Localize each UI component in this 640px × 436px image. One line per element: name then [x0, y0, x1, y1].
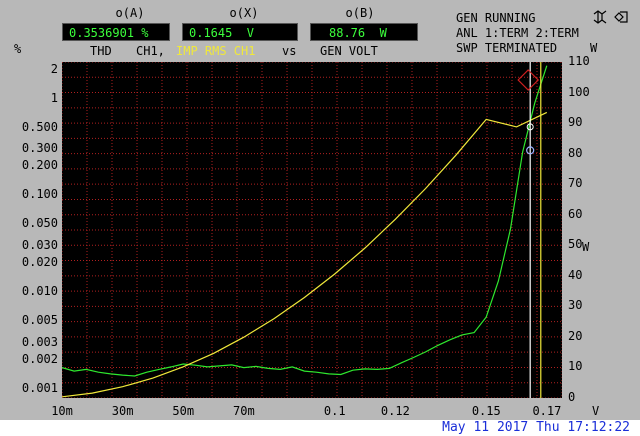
- settings-icon[interactable]: [614, 10, 628, 24]
- readout-x-value: 0.1645 V: [182, 23, 298, 41]
- readout-a-value: 0.3536901 %: [62, 23, 170, 41]
- analyzer-panel: o(A) o(X) o(B) 0.3536901 % 0.1645 V 88.7…: [0, 0, 640, 420]
- right-axis-unit-label: W: [582, 240, 590, 254]
- left-tick-label: 0.200: [21, 158, 58, 173]
- left-tick-label: 0.020: [21, 254, 58, 269]
- left-tick-label: 0.005: [21, 313, 58, 328]
- mute-icon-glyph: [593, 10, 607, 24]
- plot-area[interactable]: [62, 62, 562, 398]
- readout-b-label: o(B): [345, 6, 375, 20]
- left-tick-label: 0.100: [21, 187, 58, 202]
- legend-ch1: CH1,: [136, 44, 165, 58]
- left-tick-label: 0.003: [21, 334, 58, 349]
- x-tick-label: 0.15: [471, 404, 501, 418]
- readout-a-label: o(A): [115, 6, 145, 20]
- legend-gen: GEN VOLT: [320, 44, 378, 58]
- left-tick-label: 0.001: [21, 380, 58, 395]
- status-line-2: ANL 1:TERM 2:TERM: [456, 26, 579, 40]
- status-unit: W: [590, 41, 598, 55]
- x-tick-label: 30m: [111, 404, 134, 418]
- right-tick-label: 0: [568, 390, 576, 404]
- footer-timestamp: May 11 2017 Thu 17:12:22: [0, 420, 640, 436]
- status-line-1: GEN RUNNING: [456, 11, 536, 25]
- mute-icon[interactable]: [592, 10, 608, 24]
- left-tick-label: 0.002: [21, 351, 58, 366]
- left-tick-label: 2: [50, 61, 58, 76]
- readout-b-value: 88.76 W: [310, 23, 418, 41]
- status-line-3: SWP TERMINATED: [456, 41, 558, 55]
- right-tick-label: 100: [568, 84, 590, 99]
- right-tick-label: 20: [568, 328, 583, 343]
- right-tick-label: 110: [568, 54, 590, 68]
- right-tick-label: 70: [568, 176, 583, 191]
- legend-imp: IMP RMS CH1: [176, 44, 256, 58]
- right-tick-label: 10: [568, 359, 583, 374]
- legend-vs: vs: [282, 44, 297, 58]
- left-tick-label: 0.500: [21, 119, 58, 134]
- left-tick-label: 0.010: [21, 284, 58, 298]
- right-tick-label: 80: [568, 145, 583, 160]
- right-tick-label: 40: [568, 267, 583, 282]
- x-tick-label: 0.17: [532, 404, 562, 418]
- left-tick-label: 1: [50, 90, 58, 105]
- legend-thd: THD: [90, 44, 112, 58]
- x-tick-label: 10m: [51, 404, 73, 418]
- left-axis-unit: %: [14, 42, 22, 56]
- x-tick-label: 50m: [172, 404, 195, 418]
- settings-icon-glyph: [614, 11, 628, 23]
- right-tick-label: 60: [568, 206, 583, 221]
- right-tick-label: 30: [568, 298, 583, 313]
- x-tick-label: 0.1: [323, 404, 346, 418]
- left-tick-label: 0.050: [21, 216, 58, 231]
- left-tick-label: 0.030: [21, 237, 58, 252]
- x-tick-label: 0.12: [380, 404, 410, 418]
- readout-x-label: o(X): [229, 6, 259, 20]
- left-tick-label: 0.300: [21, 141, 58, 156]
- right-tick-label: 90: [568, 115, 583, 130]
- x-tick-label: 70m: [233, 404, 255, 418]
- x-axis-unit-label: V: [592, 404, 600, 418]
